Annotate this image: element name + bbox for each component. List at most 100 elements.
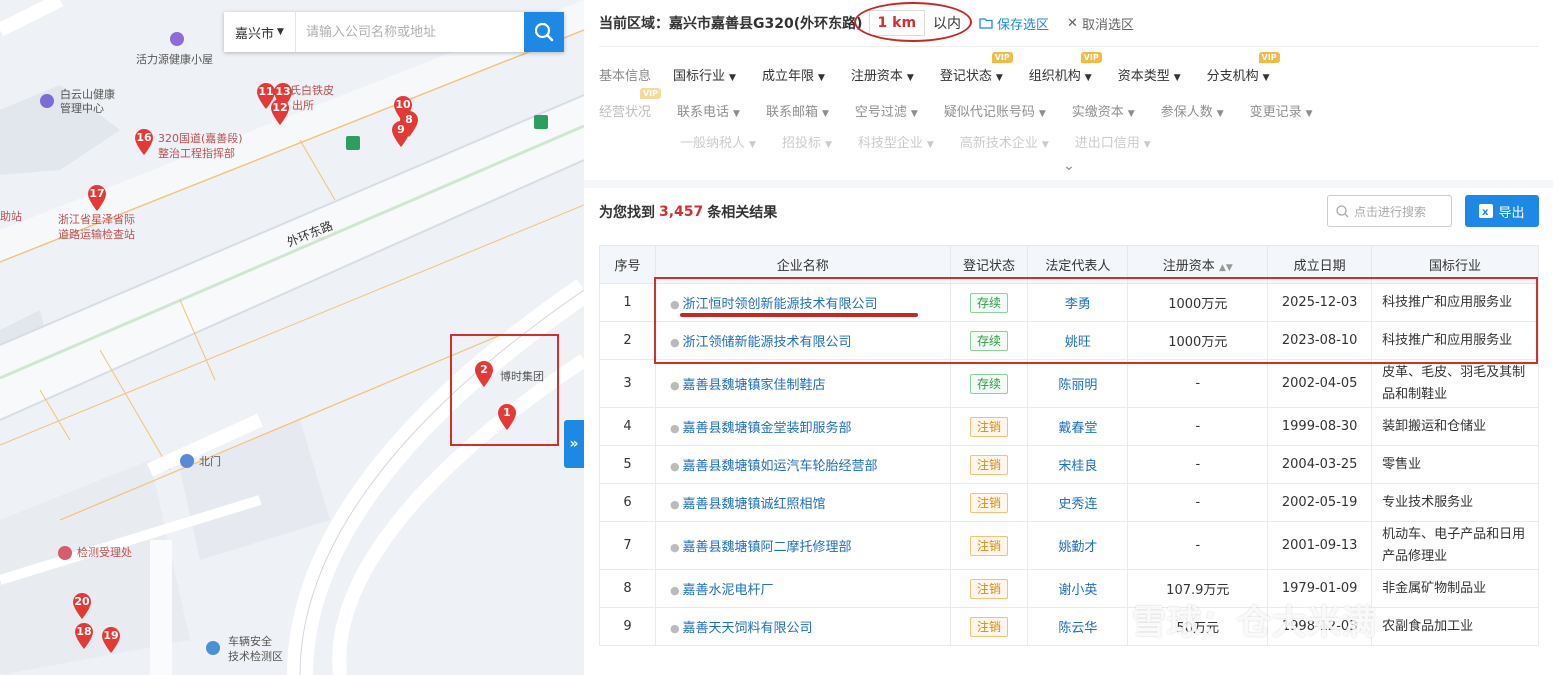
map-pin[interactable]: 18: [74, 622, 94, 650]
row-index: 1: [599, 283, 656, 322]
export-button[interactable]: x 导出: [1465, 195, 1539, 227]
filter-status[interactable]: 登记状态 ▼ VIP: [940, 51, 1013, 84]
map-pin[interactable]: 19: [101, 626, 121, 654]
status-badge: 注销: [970, 454, 1009, 475]
city-selector[interactable]: 嘉兴市 ▼: [224, 12, 296, 52]
vip-badge: VIP: [1080, 51, 1102, 63]
legal-person-link[interactable]: 姚勤才: [1027, 521, 1129, 570]
result-prefix: 为您找到: [599, 205, 655, 221]
map-pin[interactable]: 9: [391, 120, 411, 148]
highlight-box: [450, 334, 559, 446]
company-name-link[interactable]: ● 嘉善天天饲料有限公司: [654, 607, 951, 646]
city-label: 嘉兴市: [235, 26, 275, 42]
filter-capital-type[interactable]: 资本类型 ▼: [1118, 65, 1181, 84]
map-pin[interactable]: 17: [87, 184, 107, 212]
map-search-box: 嘉兴市 ▼: [224, 12, 564, 52]
industry-cell: 专业技术服务业: [1371, 483, 1539, 522]
bus-stop-icon: [346, 136, 360, 150]
row-index: 7: [599, 521, 656, 570]
svg-text:x: x: [1482, 207, 1489, 218]
map-panel[interactable]: 嘉兴市▼ 活力源健康小屋 白云山健康 管理中心 氏白铁皮 出所 320国道(嘉善…: [0, 0, 584, 675]
legal-person-link[interactable]: 宋桂良: [1027, 445, 1129, 484]
status-badge: 注销: [970, 578, 1009, 599]
map-pin[interactable]: 20: [72, 592, 92, 620]
filter-agent-number[interactable]: 疑似代记账号码 ▼: [944, 101, 1046, 120]
health-icon: [40, 94, 54, 108]
filter-changes[interactable]: 变更记录 ▼: [1250, 101, 1313, 120]
table-row[interactable]: 6 ● 嘉善县魏塘镇诚红照相馆 注销 史秀连 -2002-05-19 专业技术服务业: [599, 483, 1539, 522]
table-row[interactable]: 8 ● 嘉善水泥电杆厂 注销 谢小英 107.9万元 1979-01-09 非金属矿物制品业: [599, 569, 1539, 608]
capital-cell: -: [1127, 483, 1269, 522]
map-pin[interactable]: 16: [134, 128, 154, 156]
filter-email[interactable]: 联系邮箱 ▼: [766, 101, 829, 120]
company-name-link[interactable]: ● 嘉善水泥电杆厂: [654, 569, 951, 608]
status-badge: 注销: [970, 416, 1009, 437]
map-search-button[interactable]: [524, 12, 564, 52]
filter-empty-number[interactable]: 空号过滤 ▼: [855, 101, 918, 120]
table-row[interactable]: 7 ● 嘉善县魏塘镇阿二摩托修理部 注销 姚勤才 -2001-09-13 机动车、电子产品和…: [599, 521, 1539, 570]
filter-industry[interactable]: 国标行业 ▼: [673, 65, 736, 84]
company-name-link[interactable]: ● 嘉善县魏塘镇金堂装卸服务部: [654, 407, 951, 446]
gate-icon: [180, 454, 194, 468]
cancel-area-button[interactable]: ✕ 取消选区: [1067, 14, 1134, 33]
search-icon: [1336, 204, 1349, 217]
legal-person-link[interactable]: 戴春堂: [1027, 407, 1129, 446]
filter-phone[interactable]: 联系电话 ▼: [677, 101, 740, 120]
filter-branch[interactable]: 分支机构 ▼ VIP: [1207, 51, 1280, 84]
company-name-link[interactable]: ● 嘉善县魏塘镇阿二摩托修理部: [654, 521, 951, 570]
capital-cell: -: [1127, 521, 1269, 570]
date-cell: 2002-04-05: [1267, 359, 1373, 408]
poi-label: 320国道(嘉善段): [158, 132, 243, 145]
excel-icon: x: [1479, 204, 1494, 218]
legal-person-link[interactable]: 陈丽明: [1027, 359, 1129, 408]
map-search-input[interactable]: [296, 13, 524, 51]
row-index: 2: [599, 321, 656, 360]
bus-stop-icon: [534, 115, 548, 129]
row-index: 4: [599, 407, 656, 446]
filter-paid-capital[interactable]: 实缴资本 ▼: [1072, 101, 1135, 120]
filter-row-operation: 经营状况 VIP 联系电话 ▼ 联系邮箱 ▼ 空号过滤 ▼ 疑似代记账号码 ▼ 实缴资本 ▼…: [599, 87, 1339, 121]
chevron-down-icon[interactable]: ⌄: [1054, 158, 1084, 178]
filter-hightech[interactable]: 高新技术企业 ▼: [960, 132, 1049, 151]
table-search-input[interactable]: 点击进行搜索: [1327, 195, 1452, 227]
vehicle-inspection-icon: [206, 641, 220, 655]
filter-capital[interactable]: 注册资本 ▼: [851, 65, 914, 84]
filter-taxpayer[interactable]: 一般纳税人 ▼: [680, 132, 756, 151]
capital-cell: -: [1127, 407, 1269, 446]
industry-cell: 非金属矿物制品业: [1371, 569, 1539, 608]
row-index: 5: [599, 445, 656, 484]
filter-group-label: 经营状况 VIP: [599, 87, 662, 120]
status-cell: 注销: [949, 521, 1029, 570]
table-row[interactable]: 4 ● 嘉善县魏塘镇金堂装卸服务部 注销 戴春堂 -1999-08-30 装卸搬运和仓储业: [599, 407, 1539, 446]
legal-person-link[interactable]: 陈云华: [1027, 607, 1129, 646]
location-pin-icon: ●: [669, 379, 680, 392]
company-name-link[interactable]: ● 嘉善县魏塘镇如运汽车轮胎经营部: [654, 445, 951, 484]
folder-icon: [979, 18, 993, 29]
save-area-label: 保存选区: [997, 17, 1050, 33]
map-pin[interactable]: 12: [270, 98, 290, 126]
filter-import-export[interactable]: 进出口信用 ▼: [1075, 132, 1151, 151]
filter-org[interactable]: 组织机构 ▼ VIP: [1029, 51, 1102, 84]
table-row[interactable]: 5 ● 嘉善县魏塘镇如运汽车轮胎经营部 注销 宋桂良 -2004-03-25 零售业: [599, 445, 1539, 484]
status-badge: 注销: [970, 535, 1009, 556]
row-index: 6: [599, 483, 656, 522]
legal-person-link[interactable]: 史秀连: [1027, 483, 1129, 522]
section-gap: [584, 180, 1553, 188]
filter-tech[interactable]: 科技型企业 ▼: [858, 132, 934, 151]
capital-cell: -: [1127, 359, 1269, 408]
divider: [599, 46, 1539, 47]
filter-insured[interactable]: 参保人数 ▼: [1161, 101, 1224, 120]
status-cell: 注销: [949, 483, 1029, 522]
legal-person-link[interactable]: 谢小英: [1027, 569, 1129, 608]
collapse-map-button[interactable]: »: [564, 420, 584, 468]
inspection-icon: [58, 546, 72, 560]
company-name-link[interactable]: ● 嘉善县魏塘镇家佳制鞋店: [654, 359, 951, 408]
filter-years[interactable]: 成立年限 ▼: [762, 65, 825, 84]
filter-bidding[interactable]: 招投标 ▼: [782, 132, 832, 151]
table-row[interactable]: 9 ● 嘉善天天饲料有限公司 注销 陈云华 50万元 1998-12-03 农副食品加工业: [599, 607, 1539, 646]
row-index: 3: [599, 359, 656, 408]
company-name-link[interactable]: ● 嘉善县魏塘镇诚红照相馆: [654, 483, 951, 522]
industry-cell: 皮革、毛皮、羽毛及其制品和制鞋业: [1371, 359, 1539, 408]
table-row[interactable]: 3 ● 嘉善县魏塘镇家佳制鞋店 存续 陈丽明 -2002-04-05 皮革、毛皮、羽毛及其制…: [599, 359, 1539, 408]
save-area-button[interactable]: 保存选区: [979, 14, 1049, 33]
